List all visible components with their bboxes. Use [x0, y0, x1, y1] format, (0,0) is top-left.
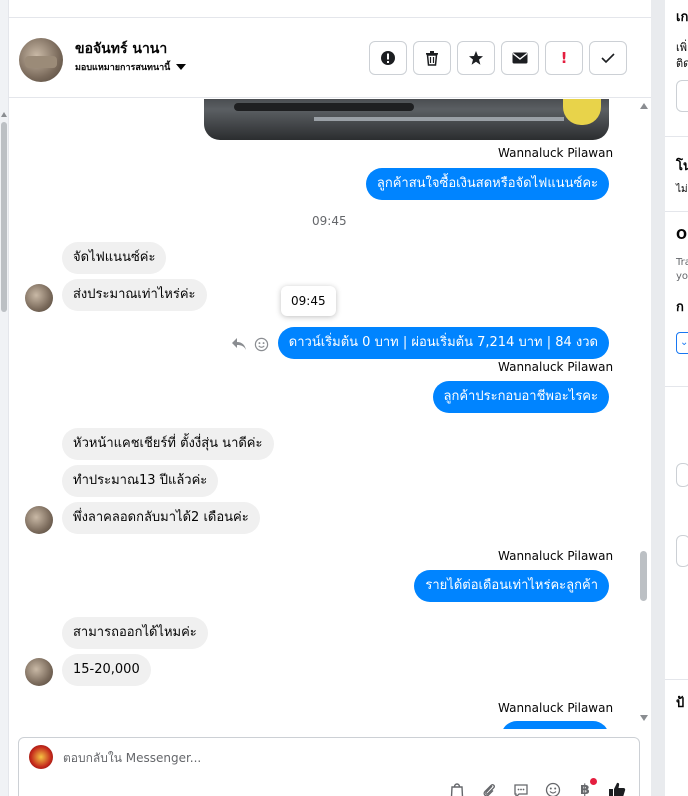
panel-text: Tra	[676, 257, 688, 268]
panel-input[interactable]	[676, 80, 688, 112]
header-actions: !	[369, 41, 627, 75]
engine-hose	[234, 103, 414, 111]
outgoing-message[interactable]: ดาวน์เริ่มต้น 0 บาท | ผ่อนเริ่มต้น 7,214…	[277, 327, 609, 359]
outgoing-message[interactable]: ลูกค้าประกอบอาชีพอะไรคะ	[432, 381, 609, 413]
engine-bar	[314, 117, 564, 121]
red-exclamation-icon: !	[560, 49, 568, 67]
star-button[interactable]	[457, 41, 495, 75]
panel-divider	[665, 679, 688, 680]
scroll-up-arrow-icon[interactable]	[640, 103, 648, 109]
sender-name: Wannaluck Pilawan	[498, 701, 614, 715]
panel-text: yo	[676, 271, 688, 282]
contact-avatar[interactable]	[19, 38, 63, 82]
saved-reply-icon[interactable]	[511, 780, 531, 796]
notes-heading: โน	[676, 159, 688, 174]
incoming-message[interactable]: ส่งประมาณเท่าไหร่ค่ะ	[62, 279, 207, 311]
message-thread[interactable]: Wannaluck Pilawan ลูกค้าสนใจซื้อเงินสดหร…	[9, 99, 651, 729]
incoming-message[interactable]: ทำประมาณ13 ปีแล้วค่ะ	[62, 465, 219, 497]
inbox-conversation-view: ขอจันทร์ นานา มอบแหมายการสนทนานี้ ! Wann…	[0, 0, 688, 796]
panel-input[interactable]	[676, 535, 688, 567]
coolant-tank	[563, 99, 601, 125]
exclamation-circle-icon	[381, 51, 395, 65]
shopping-bag-icon[interactable]	[447, 780, 467, 796]
panel-heading: ป้	[676, 696, 685, 711]
left-scrollbar[interactable]	[0, 0, 9, 796]
check-icon	[601, 53, 615, 64]
mark-done-button[interactable]	[589, 41, 627, 75]
star-icon	[469, 51, 483, 65]
panel-text: ติด	[676, 57, 688, 70]
timestamp-tooltip: 09:45	[281, 286, 336, 316]
panel-dropdown[interactable]: ⌄	[676, 332, 688, 354]
thread-scrollbar[interactable]	[637, 99, 651, 729]
conversation-header: ขอจันทร์ นานา มอบแหมายการสนทนานี้ !	[9, 0, 651, 98]
sender-name: Wannaluck Pilawan	[498, 549, 614, 563]
message-composer: ฿	[18, 737, 640, 796]
engine-photo-attachment[interactable]	[204, 99, 609, 140]
assign-label: มอบแหมายการสนทนานี้	[75, 63, 171, 73]
incoming-message[interactable]: สามารถออกได้ไหมค่ะ	[62, 617, 208, 649]
sender-name: Wannaluck Pilawan	[498, 146, 614, 160]
incoming-message[interactable]: 15-20,000	[62, 654, 151, 686]
outgoing-message[interactable]: รายได้ต่อเดือนเท่าไหร่คะลูกค้า	[414, 570, 609, 602]
panel-divider	[665, 386, 688, 387]
sender-name: Wannaluck Pilawan	[498, 360, 614, 374]
time-divider: 09:45	[312, 214, 347, 228]
like-icon[interactable]	[607, 780, 627, 796]
page-avatar	[29, 745, 53, 769]
mark-unread-button[interactable]	[501, 41, 539, 75]
report-spam-button[interactable]	[369, 41, 407, 75]
caret-down-icon	[176, 64, 187, 70]
payment-icon[interactable]: ฿	[575, 778, 597, 796]
panel-heading: ก	[676, 300, 684, 315]
top-divider	[9, 0, 651, 18]
outgoing-message[interactable]: ลูกค้าสนใจซื้อเงินสดหรือจัดไฟแนนซ์คะ	[365, 168, 609, 200]
panel-gutter	[651, 0, 665, 796]
scroll-up-arrow-icon[interactable]	[1, 112, 7, 117]
notification-dot	[590, 778, 597, 785]
panel-divider	[665, 136, 688, 137]
incoming-message[interactable]: พึ่งลาคลอดกลับมาได้2 เดือนค่ะ	[62, 502, 260, 534]
delete-button[interactable]	[413, 41, 451, 75]
panel-heading: O	[676, 228, 688, 243]
contact-small-avatar[interactable]	[25, 658, 53, 686]
incoming-message[interactable]: จัดไฟแนนซ์ค่ะ	[62, 242, 167, 274]
contact-name[interactable]: ขอจันทร์ นานา	[75, 38, 167, 60]
incoming-message[interactable]: หัวหน้าแคชเชียร์ที่ ตั้งงี่สุ่น นาดีค่ะ	[62, 428, 274, 460]
scroll-down-arrow-icon[interactable]	[640, 715, 648, 721]
envelope-icon	[512, 52, 528, 64]
trash-icon	[426, 51, 438, 66]
panel-text: ไม่	[676, 184, 688, 195]
panel-input[interactable]	[676, 463, 688, 487]
reply-icon[interactable]	[231, 337, 247, 355]
assign-conversation-dropdown[interactable]: มอบแหมายการสนทนานี้	[75, 60, 187, 74]
contact-details-panel: เก เพิ่ ติด โน ไม่ O Tra yo ก ⌄ ป้	[665, 0, 688, 796]
emoji-react-icon[interactable]	[254, 337, 269, 356]
contact-small-avatar[interactable]	[25, 506, 53, 534]
scroll-thumb[interactable]	[640, 551, 647, 601]
panel-divider	[665, 211, 688, 212]
composer-tools: ฿	[447, 778, 627, 796]
reply-input[interactable]	[63, 748, 463, 768]
baht-glyph: ฿	[580, 782, 590, 796]
emoji-icon[interactable]	[543, 780, 563, 796]
paperclip-icon[interactable]	[479, 780, 499, 796]
contact-small-avatar[interactable]	[25, 284, 53, 312]
outgoing-message-partial[interactable]	[501, 721, 609, 729]
panel-heading: เก	[676, 10, 688, 25]
scroll-thumb[interactable]	[1, 122, 7, 312]
follow-up-button[interactable]: !	[545, 41, 583, 75]
